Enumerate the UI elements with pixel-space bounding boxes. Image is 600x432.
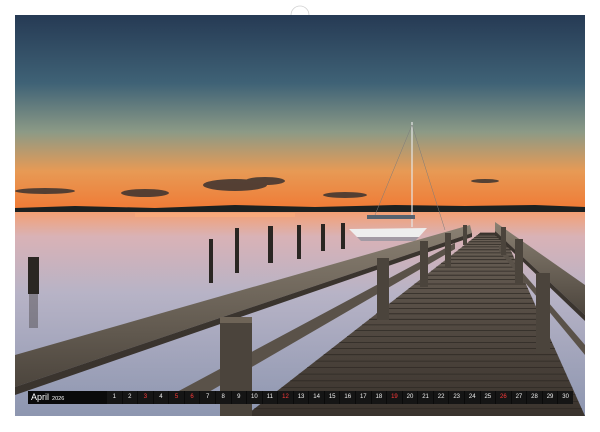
calendar-day: 13 (293, 391, 309, 404)
calendar-day: 24 (464, 391, 480, 404)
calendar-day: 9 (231, 391, 247, 404)
calendar-day: 10 (247, 391, 262, 404)
calendar-day: 27 (511, 391, 527, 404)
sky (15, 15, 585, 210)
calendar-day: 17 (356, 391, 371, 404)
calendar-day: 20 (402, 391, 418, 404)
calendar-day: 12 (278, 391, 293, 404)
calendar-day: 11 (262, 391, 278, 404)
calendar-day: 29 (542, 391, 558, 404)
calendar-day: 2 (122, 391, 138, 404)
calendar-day: 19 (387, 391, 402, 404)
calendar-day: 30 (558, 391, 573, 404)
calendar-day: 18 (371, 391, 387, 404)
month-label: April 2026 (28, 391, 107, 404)
calendar-strip: April 2026 1 2 3 4 5 6 7 8 9 10 11 12 13 14 15 16 17 18 19… (28, 391, 573, 404)
calendar-day: 28 (527, 391, 542, 404)
calendar-day: 4 (153, 391, 169, 404)
calendar-day: 7 (200, 391, 215, 404)
day-row: 1 2 3 4 5 6 7 8 9 10 11 12 13 14 15 16 17 18 19 20 21 22 23 24 2… (107, 391, 573, 404)
calendar-day: 1 (107, 391, 122, 404)
calendar-day: 26 (496, 391, 511, 404)
calendar-photo (15, 15, 585, 416)
calendar-day: 25 (480, 391, 496, 404)
month-year: 2026 (52, 396, 65, 402)
calendar-day: 8 (215, 391, 231, 404)
calendar-day: 22 (433, 391, 449, 404)
calendar-day: 5 (169, 391, 184, 404)
calendar-day: 3 (138, 391, 153, 404)
calendar-day: 21 (418, 391, 433, 404)
calendar-day: 16 (340, 391, 355, 404)
calendar-day: 6 (184, 391, 200, 404)
calendar-day: 15 (324, 391, 340, 404)
calendar-day: 23 (449, 391, 464, 404)
calendar-day: 14 (309, 391, 324, 404)
month-name: April (31, 392, 50, 402)
